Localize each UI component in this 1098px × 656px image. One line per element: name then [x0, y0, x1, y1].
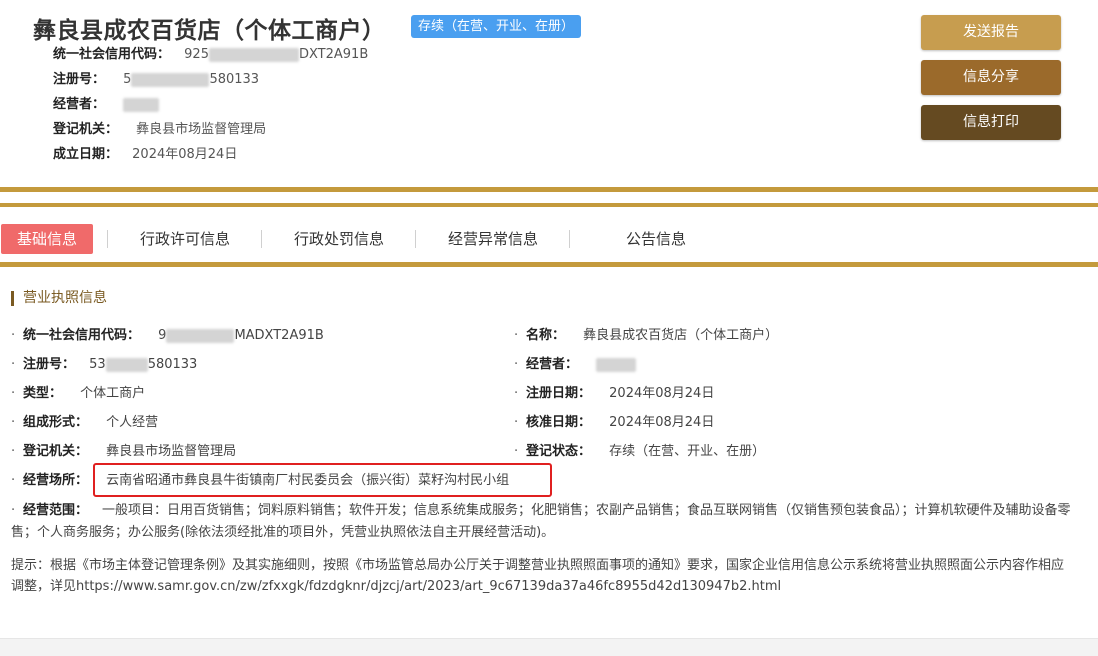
field-label: 核准日期： — [526, 415, 592, 430]
field-approval-date: · 核准日期： 2024年08月24日 — [514, 414, 714, 432]
redacted-mask — [105, 357, 148, 372]
field-value: 2024年08月24日 — [609, 386, 715, 401]
field-operator: · 经营者： — [514, 356, 637, 374]
field-reg-no-prefix: 53 — [89, 357, 106, 372]
header-divider-band — [0, 187, 1098, 192]
field-label: 登记机关： — [23, 444, 89, 459]
tab-bottom-band — [0, 262, 1098, 267]
bullet-dot: · — [11, 503, 16, 518]
field-credit-code-suffix: MADXT2A91B — [234, 328, 324, 343]
field-scope: · 经营范围： 一般项目：日用百货销售；饲料原料销售；软件开发；信息系统集成服务；化… — [11, 500, 1073, 544]
notice-text: 提示：根据《市场主体登记管理条例》及其实施细则，按照《市场监管总局办公厅关于调整… — [11, 558, 1065, 594]
status-badge: 存续（在营、开业、在册） — [411, 15, 582, 38]
field-reg-date: · 注册日期： 2024年08月24日 — [514, 385, 714, 403]
field-value: 2024年08月24日 — [609, 415, 715, 430]
field-value: 一般项目：日用百货销售；饲料原料销售；软件开发；信息系统集成服务；化肥销售；农副… — [11, 503, 1071, 540]
field-label: 类型： — [23, 386, 63, 401]
field-credit-code: · 统一社会信用代码： 9 MADXT2A91B — [11, 327, 324, 345]
redacted-mask — [123, 97, 160, 112]
field-reg-no: · 注册号： 53 580133 — [11, 356, 197, 374]
header-authority-row: 登记机关： 彝良县市场监督管理局 — [53, 121, 266, 139]
send-report-button[interactable]: 发送报告 — [921, 15, 1061, 50]
redacted-mask — [131, 72, 210, 87]
field-reg-no-suffix: 580133 — [147, 357, 198, 372]
field-label: 组成形式： — [23, 415, 89, 430]
bullet-dot: · — [514, 357, 519, 372]
field-reg-status: · 登记状态： 存续（在营、开业、在册） — [514, 443, 765, 461]
header-credit-code-label: 统一社会信用代码： — [53, 47, 171, 62]
redacted-mask — [596, 357, 637, 372]
field-label: 统一社会信用代码： — [23, 328, 141, 343]
tab-admin-penalty[interactable]: 行政处罚信息 — [294, 224, 384, 254]
header-authority-label: 登记机关： — [53, 122, 119, 137]
bullet-dot: · — [514, 386, 519, 401]
tab-separator — [261, 230, 262, 248]
tab-announcement[interactable]: 公告信息 — [626, 224, 686, 254]
header-credit-code-suffix: DXT2A91B — [298, 47, 369, 62]
address-highlight-box — [93, 463, 552, 497]
field-value: 个体工商户 — [80, 386, 146, 401]
bullet-dot: · — [11, 473, 16, 488]
print-info-button[interactable]: 信息打印 — [921, 105, 1061, 140]
field-label: 经营范围： — [23, 503, 89, 518]
header-reg-no-prefix: 5 — [123, 72, 132, 87]
field-value: 彝良县成农百货店（个体工商户） — [583, 328, 779, 343]
field-type: · 类型： 个体工商户 — [11, 385, 145, 403]
header-founded-row: 成立日期： 2024年08月24日 — [53, 146, 237, 164]
field-authority: · 登记机关： 彝良县市场监督管理局 — [11, 443, 236, 461]
tab-admin-license[interactable]: 行政许可信息 — [140, 224, 230, 254]
field-value: 彝良县市场监督管理局 — [106, 444, 237, 459]
header-founded-label: 成立日期： — [53, 147, 119, 162]
header-operator-label: 经营者： — [53, 97, 106, 112]
tab-separator — [415, 230, 416, 248]
field-label: 经营场所： — [23, 473, 89, 488]
header-credit-code-prefix: 925 — [184, 47, 209, 62]
bullet-dot: · — [514, 415, 519, 430]
header-authority-value: 彝良县市场监督管理局 — [136, 122, 267, 137]
bullet-dot: · — [11, 386, 16, 401]
bullet-dot: · — [11, 444, 16, 459]
tab-separator — [569, 230, 570, 248]
redacted-mask — [208, 47, 299, 62]
section-title: 营业执照信息 — [11, 291, 107, 306]
bullet-dot: · — [11, 415, 16, 430]
field-name: · 名称： 彝良县成农百货店（个体工商户） — [514, 327, 778, 345]
header-reg-no-suffix: 580133 — [209, 72, 260, 87]
tab-separator — [107, 230, 108, 248]
page-footer-strip — [0, 638, 1098, 656]
header-reg-no-label: 注册号： — [53, 72, 106, 87]
field-label: 登记状态： — [526, 444, 592, 459]
header-credit-code-row: 统一社会信用代码： 925 DXT2A91B — [53, 46, 368, 64]
field-label: 注册号： — [23, 357, 76, 372]
field-value: 个人经营 — [106, 415, 159, 430]
header-reg-no-row: 注册号： 5 580133 — [53, 71, 259, 89]
bullet-dot: · — [514, 444, 519, 459]
page-title: 彝良县成农百货店（个体工商户） — [33, 18, 386, 44]
header-founded-value: 2024年08月24日 — [132, 147, 238, 162]
field-credit-code-prefix: 9 — [158, 328, 167, 343]
field-composition: · 组成形式： 个人经营 — [11, 414, 158, 432]
header-divider-band-thin — [0, 203, 1098, 207]
field-label: 经营者： — [526, 357, 579, 372]
tab-bar: 基础信息 行政许可信息 行政处罚信息 经营异常信息 公告信息 — [0, 220, 1098, 260]
redacted-mask — [166, 328, 235, 343]
bullet-dot: · — [514, 328, 519, 343]
tab-basic-info[interactable]: 基础信息 — [1, 224, 94, 254]
bullet-dot: · — [11, 328, 16, 343]
field-value: 存续（在营、开业、在册） — [609, 444, 766, 459]
field-label: 名称： — [526, 328, 566, 343]
share-info-button[interactable]: 信息分享 — [921, 60, 1061, 95]
bullet-dot: · — [11, 357, 16, 372]
tab-abnormal-operation[interactable]: 经营异常信息 — [448, 224, 538, 254]
field-label: 注册日期： — [526, 386, 592, 401]
header-operator-row: 经营者： — [53, 96, 160, 114]
